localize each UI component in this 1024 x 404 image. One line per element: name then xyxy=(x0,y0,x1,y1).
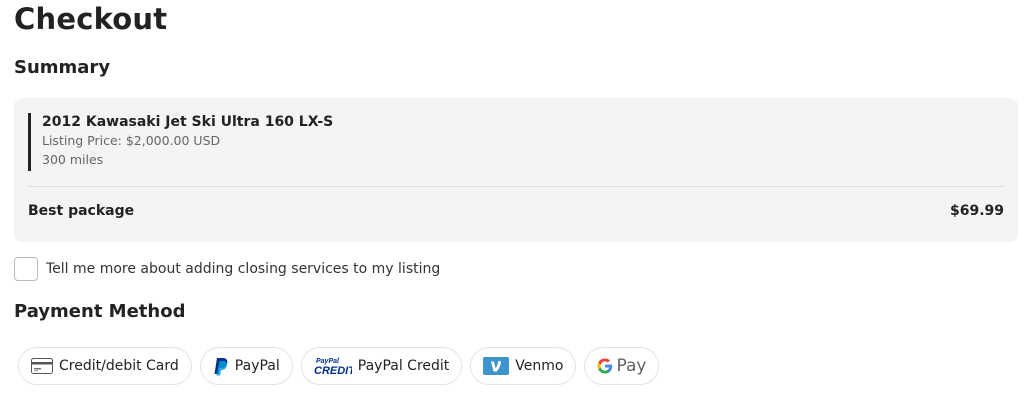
page-title: Checkout xyxy=(14,2,168,36)
package-label: Best package xyxy=(28,203,135,219)
paypal-credit-icon: PayPal CREDIT xyxy=(314,356,352,376)
listing-miles: 300 miles xyxy=(42,152,104,167)
summary-card: 2012 Kawasaki Jet Ski Ultra 160 LX-S Lis… xyxy=(14,98,1018,242)
credit-card-button[interactable]: Credit/debit Card xyxy=(18,347,192,385)
paypal-credit-label: PayPal Credit xyxy=(357,358,450,374)
paypal-icon xyxy=(213,357,229,376)
listing-price: Listing Price: $2,000.00 USD xyxy=(42,133,221,148)
credit-card-label: Credit/debit Card xyxy=(59,358,179,374)
google-g-icon xyxy=(597,358,613,374)
credit-card-icon xyxy=(31,358,53,374)
paypal-credit-button[interactable]: PayPal CREDIT PayPal Credit xyxy=(300,347,463,385)
paypal-label: PayPal xyxy=(234,358,280,374)
google-pay-button[interactable]: Pay xyxy=(584,347,660,385)
payment-method-heading: Payment Method xyxy=(14,301,186,322)
payment-methods: Credit/debit Card PayPal PayPal CREDIT P… xyxy=(18,347,660,385)
venmo-button[interactable]: Venmo xyxy=(470,347,577,385)
paypal-button[interactable]: PayPal xyxy=(199,347,293,385)
package-price: $69.99 xyxy=(949,203,1004,219)
listing-details: 2012 Kawasaki Jet Ski Ultra 160 LX-S Lis… xyxy=(28,113,333,171)
paypal-credit-icon-top-text: PayPal xyxy=(316,358,340,365)
venmo-label: Venmo xyxy=(515,358,564,374)
closing-services-checkbox[interactable] xyxy=(14,257,38,281)
paypal-credit-icon-bottom-text: CREDIT xyxy=(314,365,352,376)
listing-title: 2012 Kawasaki Jet Ski Ultra 160 LX-S xyxy=(42,114,334,130)
closing-services-option[interactable]: Tell me more about adding closing servic… xyxy=(14,257,440,281)
summary-heading: Summary xyxy=(14,57,111,78)
closing-services-label: Tell me more about adding closing servic… xyxy=(46,261,441,277)
venmo-icon xyxy=(483,357,510,375)
divider xyxy=(28,186,1004,187)
package-row: Best package $69.99 xyxy=(28,203,1004,219)
google-pay-label: Pay xyxy=(616,356,647,376)
